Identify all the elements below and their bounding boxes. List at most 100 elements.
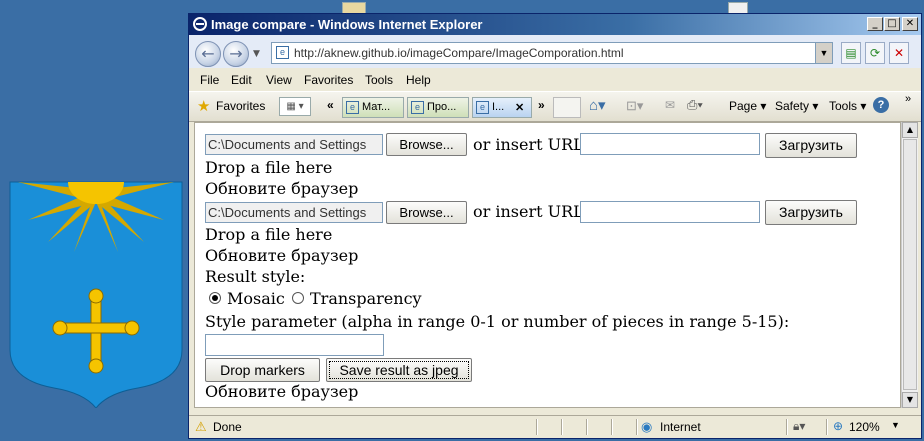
favorites-button[interactable]: Favorites bbox=[216, 99, 265, 113]
zoom-icon[interactable]: ⊕ bbox=[833, 419, 843, 433]
style-parameter-input[interactable] bbox=[205, 334, 384, 356]
scroll-thumb[interactable] bbox=[903, 139, 917, 390]
forward-button[interactable]: → bbox=[223, 41, 249, 67]
page-menu[interactable]: Page ▾ bbox=[729, 99, 766, 113]
tabs-overflow-right[interactable]: » bbox=[538, 98, 545, 112]
status-divider bbox=[536, 419, 538, 435]
update-browser-text-1: Обновите браузер bbox=[205, 179, 359, 198]
close-button[interactable]: ✕ bbox=[902, 17, 918, 31]
print-icon[interactable]: ⎙▾ bbox=[687, 97, 703, 113]
update-browser-text-2: Обновите браузер bbox=[205, 246, 359, 265]
back-button[interactable]: ← bbox=[195, 41, 221, 67]
tab-1[interactable]: e Мат... bbox=[342, 97, 404, 118]
page-content: C:\Documents and Settings Browse... or i… bbox=[194, 122, 901, 408]
menu-edit[interactable]: Edit bbox=[231, 73, 252, 87]
refresh-icon[interactable]: ⟳ bbox=[865, 42, 885, 64]
warning-icon[interactable]: ⚠ bbox=[195, 419, 207, 435]
ie-logo-icon bbox=[193, 17, 207, 31]
globe-icon: ◉ bbox=[641, 419, 653, 434]
page-icon: e bbox=[346, 101, 359, 114]
tab-2[interactable]: e Про... bbox=[407, 97, 469, 118]
tab-label: Про... bbox=[427, 101, 457, 113]
nav-history-dropdown-icon[interactable]: ▼ bbox=[253, 49, 260, 59]
page-menu-label: Page bbox=[729, 99, 758, 113]
title-bar[interactable]: Image compare - Windows Internet Explore… bbox=[189, 14, 921, 35]
address-url: http://aknew.github.io/imageCompare/Imag… bbox=[294, 46, 624, 60]
file-input-1[interactable]: C:\Documents and Settings bbox=[205, 134, 383, 155]
status-divider bbox=[786, 419, 788, 435]
tab-3-active[interactable]: e I... ✕ bbox=[472, 97, 532, 118]
zoom-level[interactable]: 120% bbox=[849, 420, 880, 434]
status-divider bbox=[826, 419, 828, 435]
mosaic-radio[interactable] bbox=[209, 292, 221, 304]
menu-view[interactable]: View bbox=[266, 73, 292, 87]
status-divider bbox=[586, 419, 588, 435]
address-bar[interactable]: e http://aknew.github.io/imageCompare/Im… bbox=[271, 42, 833, 64]
feeds-icon[interactable]: ⊡▾ bbox=[626, 98, 643, 114]
menu-file[interactable]: File bbox=[200, 73, 219, 87]
tab-close-icon[interactable]: ✕ bbox=[515, 101, 524, 114]
tab-label: I... bbox=[492, 101, 505, 113]
status-bar: ⚠ Done ◉ Internet 🔒︎▾ ⊕ 120% ▼ bbox=[189, 415, 921, 438]
tabs-overflow-left[interactable]: « bbox=[327, 98, 334, 112]
protected-mode-icon[interactable]: 🔒︎▾ bbox=[793, 419, 805, 434]
page-icon: e bbox=[476, 101, 489, 114]
mosaic-label: Mosaic bbox=[227, 289, 285, 308]
home-icon[interactable]: ⌂▾ bbox=[589, 96, 606, 114]
help-icon[interactable]: ? bbox=[873, 97, 889, 113]
style-parameter-label: Style parameter (alpha in range 0-1 or n… bbox=[205, 312, 790, 331]
update-browser-text-3: Обновите браузер bbox=[205, 382, 359, 401]
drop-zone-2[interactable]: Drop a file here bbox=[205, 225, 332, 244]
toolbar-overflow[interactable]: » bbox=[905, 93, 911, 105]
browse-button-1[interactable]: Browse... bbox=[386, 133, 467, 156]
minimize-button[interactable]: _ bbox=[867, 17, 883, 31]
status-divider bbox=[611, 419, 613, 435]
load-button-1[interactable]: Загрузить bbox=[765, 133, 857, 158]
star-icon: ★ bbox=[197, 98, 211, 115]
drop-markers-button[interactable]: Drop markers bbox=[205, 358, 320, 382]
maximize-button[interactable]: □ bbox=[884, 17, 900, 31]
menu-bar: File Edit View Favorites Tools Help bbox=[189, 68, 921, 90]
new-tab-button[interactable] bbox=[553, 97, 581, 118]
window-title: Image compare - Windows Internet Explore… bbox=[211, 17, 483, 32]
quick-tabs-icon[interactable]: ▦ ▾ bbox=[279, 97, 311, 116]
scroll-down-icon[interactable]: ▼ bbox=[902, 392, 918, 408]
page-icon: e bbox=[411, 101, 424, 114]
transparency-radio[interactable] bbox=[292, 292, 304, 304]
menu-tools[interactable]: Tools bbox=[365, 73, 393, 87]
tools-menu[interactable]: Tools ▾ bbox=[829, 99, 866, 113]
ie-window: Image compare - Windows Internet Explore… bbox=[188, 13, 922, 439]
or-insert-url-label: or insert URL bbox=[473, 202, 584, 221]
status-divider bbox=[636, 419, 638, 435]
url-input-2[interactable] bbox=[580, 201, 760, 223]
safety-menu-label: Safety bbox=[775, 99, 810, 113]
menu-favorites[interactable]: Favorites bbox=[304, 73, 353, 87]
browse-button-2[interactable]: Browse... bbox=[386, 201, 467, 224]
favorites-bar: ★ Favorites ▦ ▾ « e Мат... e Про... e I.… bbox=[189, 91, 921, 122]
tab-label: Мат... bbox=[362, 101, 391, 113]
drop-zone-1[interactable]: Drop a file here bbox=[205, 158, 332, 177]
load-button-2[interactable]: Загрузить bbox=[765, 200, 857, 225]
mail-icon[interactable]: ✉ bbox=[665, 98, 675, 112]
status-divider bbox=[561, 419, 563, 435]
scroll-up-icon[interactable]: ▲ bbox=[902, 122, 918, 138]
vertical-scrollbar[interactable]: ▲ ▼ bbox=[901, 122, 918, 408]
transparency-label: Transparency bbox=[310, 289, 422, 308]
menu-help[interactable]: Help bbox=[406, 73, 431, 87]
save-jpeg-button[interactable]: Save result as jpeg bbox=[326, 358, 472, 382]
status-text: Done bbox=[213, 420, 242, 434]
url-input-1[interactable] bbox=[580, 133, 760, 155]
compatibility-view-icon[interactable]: ▤ bbox=[841, 42, 861, 64]
safety-menu[interactable]: Safety ▾ bbox=[775, 99, 818, 113]
file-input-2[interactable]: C:\Documents and Settings bbox=[205, 202, 383, 223]
zoom-dropdown-icon[interactable]: ▼ bbox=[891, 420, 900, 430]
zone-text: Internet bbox=[660, 420, 701, 434]
tools-menu-label: Tools bbox=[829, 99, 858, 113]
result-style-label: Result style: bbox=[205, 267, 306, 286]
coat-of-arms-image bbox=[9, 181, 183, 408]
address-dropdown-button[interactable]: ▼ bbox=[815, 43, 832, 63]
page-icon: e bbox=[276, 46, 289, 59]
desktop: { "window": { "title": "Image compare - … bbox=[0, 0, 924, 441]
stop-icon[interactable]: ✕ bbox=[889, 42, 909, 64]
or-insert-url-label: or insert URL bbox=[473, 135, 584, 154]
